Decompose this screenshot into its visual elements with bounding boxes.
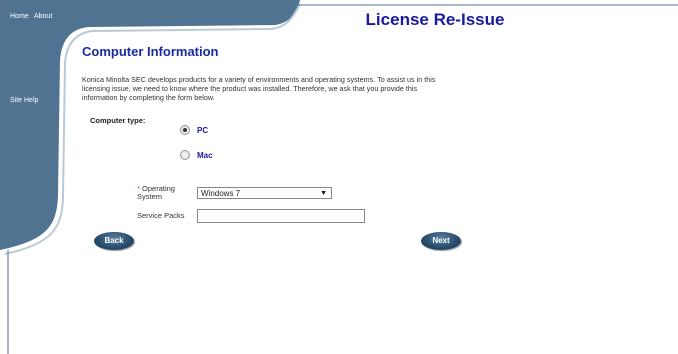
radio-pc[interactable] (180, 125, 190, 135)
section-title: Computer Information (82, 44, 219, 59)
radio-mac[interactable] (180, 150, 190, 160)
radio-pc-option[interactable]: PC (180, 125, 208, 135)
os-select[interactable]: Windows 7 ▼ (197, 187, 332, 199)
os-label: * Operating System (137, 185, 197, 201)
site-help-link[interactable]: Site Help (10, 97, 38, 104)
os-label-text: Operating System (137, 184, 175, 201)
service-packs-label: Service Packs (137, 211, 185, 220)
back-button[interactable]: Back (94, 232, 134, 250)
os-select-value: Windows 7 (201, 189, 241, 198)
chevron-down-icon: ▼ (320, 190, 327, 197)
radio-pc-label: PC (197, 125, 209, 135)
nav-home-link[interactable]: Home (10, 13, 29, 20)
radio-mac-option[interactable]: Mac (180, 150, 213, 160)
page-title: License Re-Issue (365, 10, 505, 29)
next-button[interactable]: Next (421, 232, 461, 250)
intro-text: Konica Minolta SEC develops products for… (82, 75, 436, 102)
computer-type-label: Computer type: (90, 116, 146, 125)
service-packs-input[interactable] (197, 209, 365, 223)
nav-about-link[interactable]: About (34, 13, 52, 20)
radio-mac-label: Mac (197, 150, 213, 160)
